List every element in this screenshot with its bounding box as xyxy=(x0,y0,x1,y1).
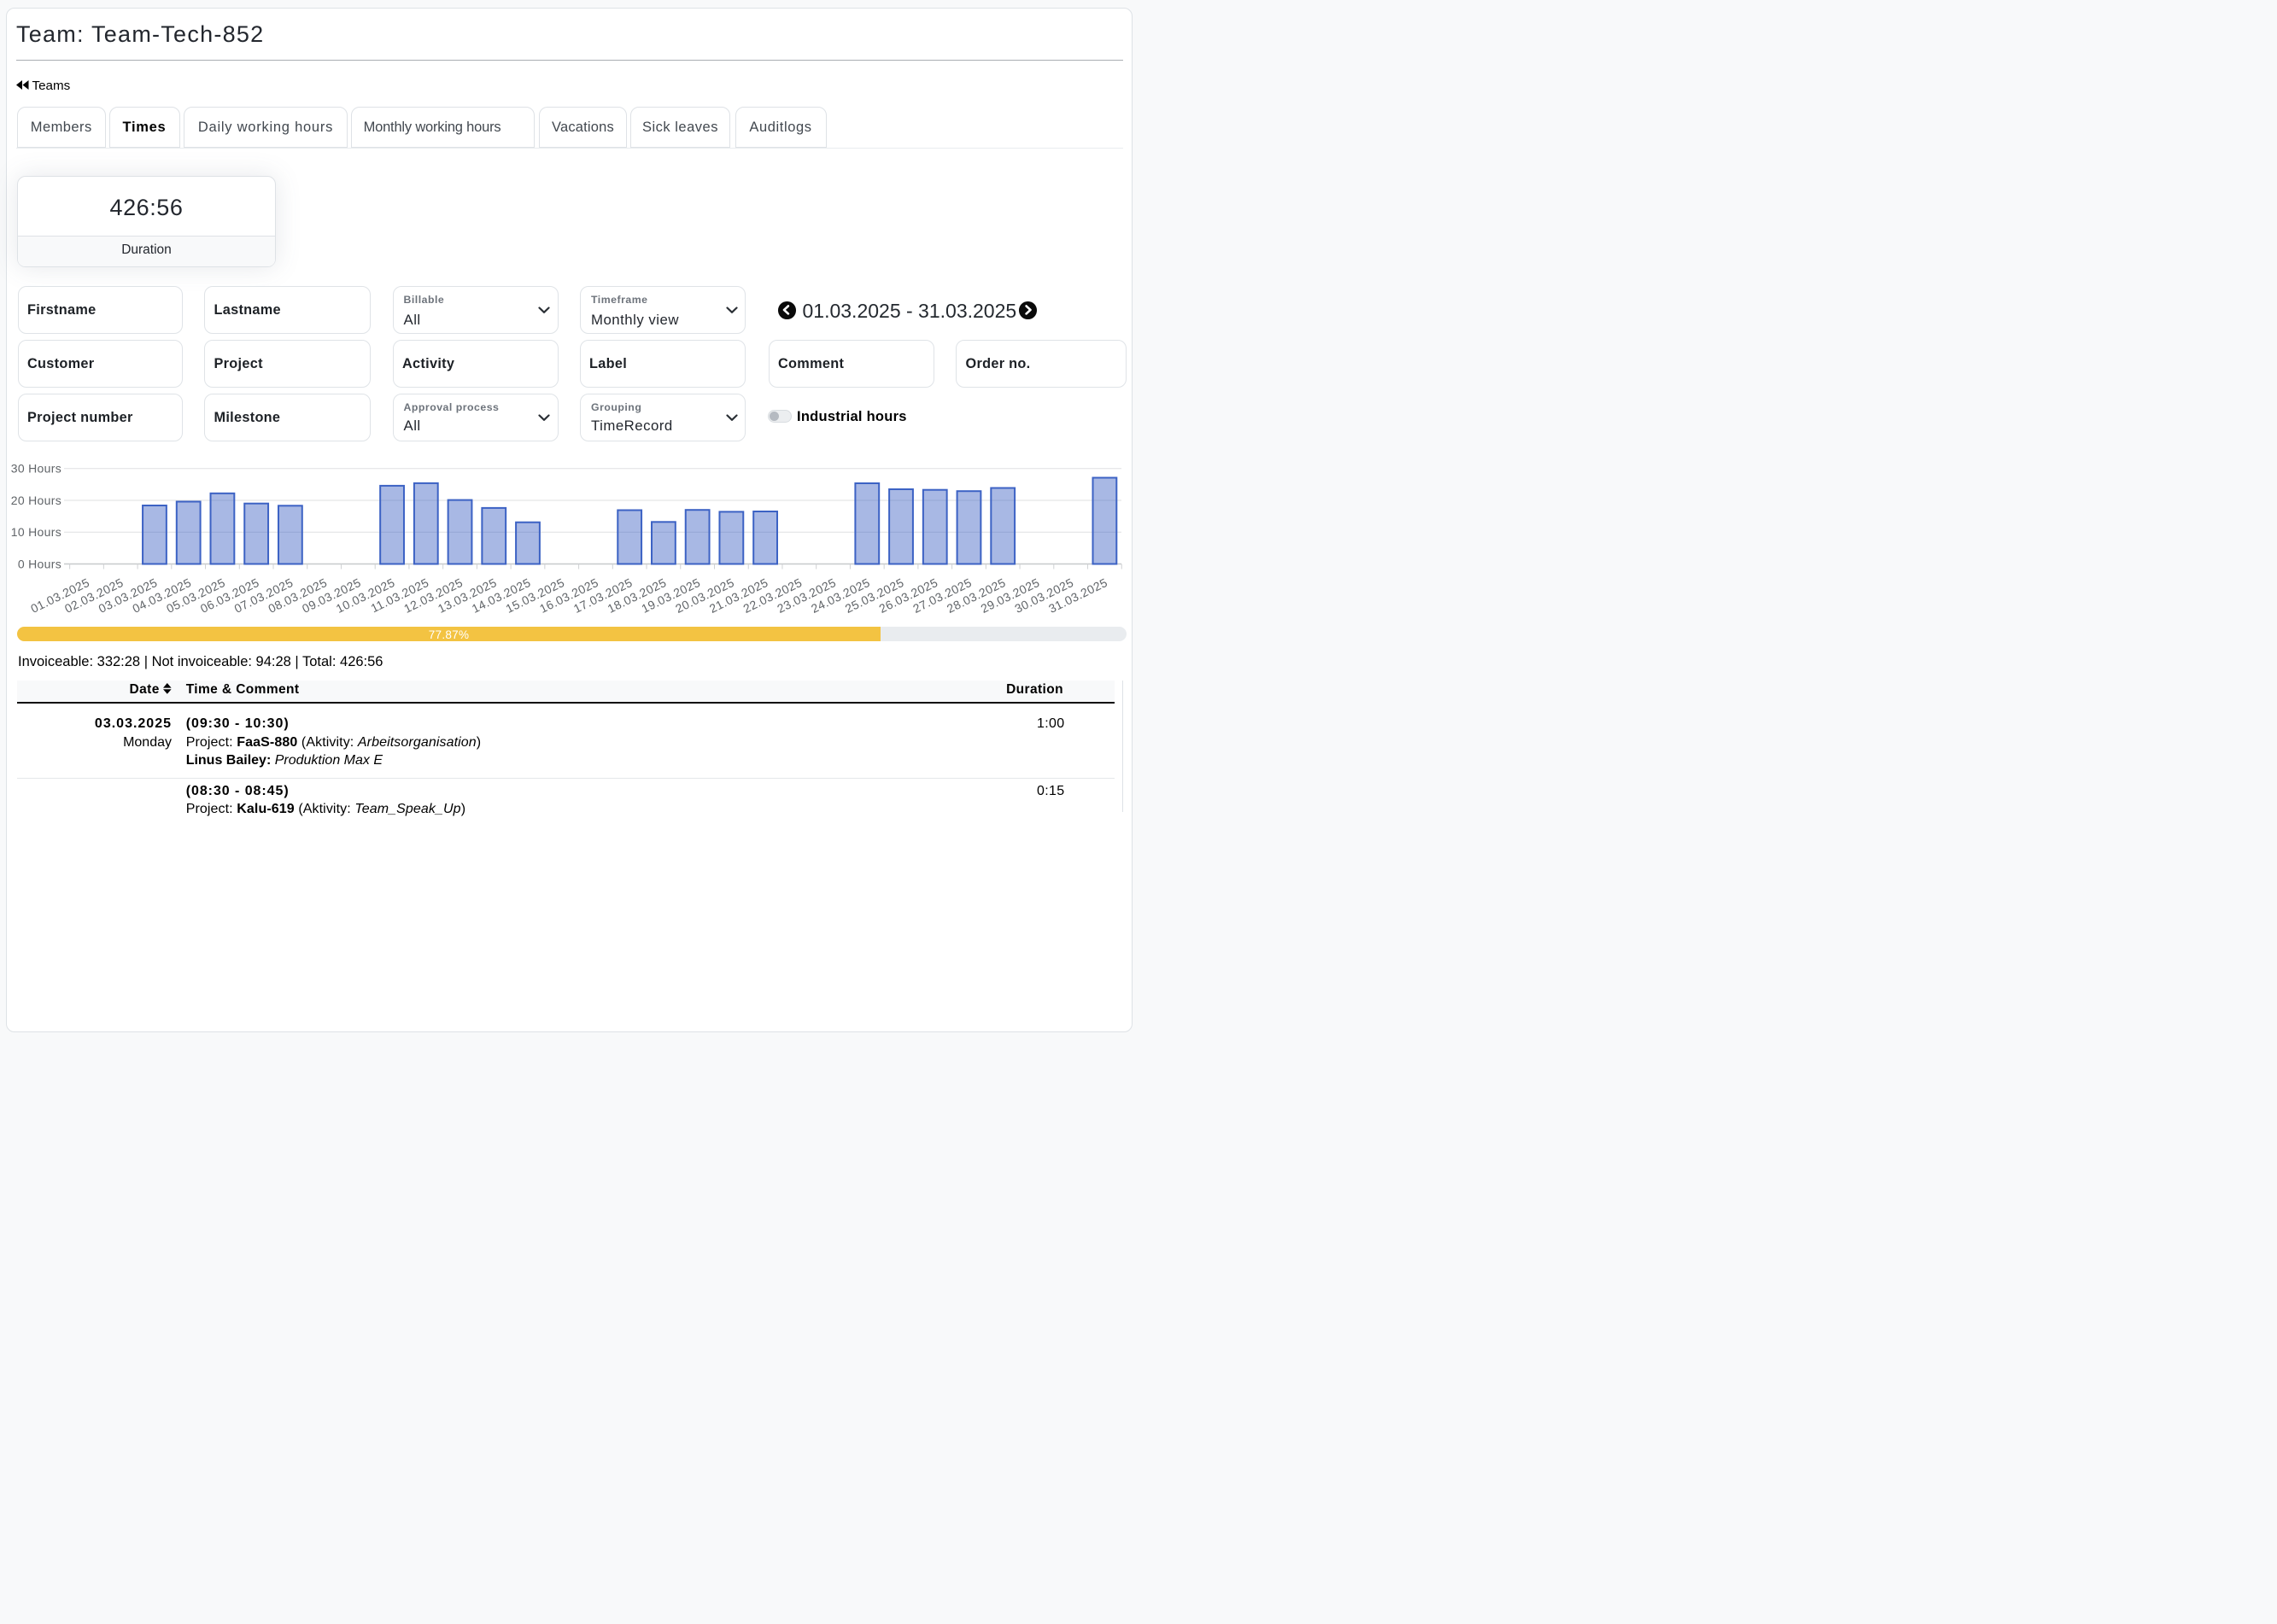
svg-text:0 Hours: 0 Hours xyxy=(18,557,61,570)
svg-text:20 Hours: 20 Hours xyxy=(11,494,61,507)
svg-text:30 Hours: 30 Hours xyxy=(11,462,61,476)
svg-text:10 Hours: 10 Hours xyxy=(11,525,61,539)
